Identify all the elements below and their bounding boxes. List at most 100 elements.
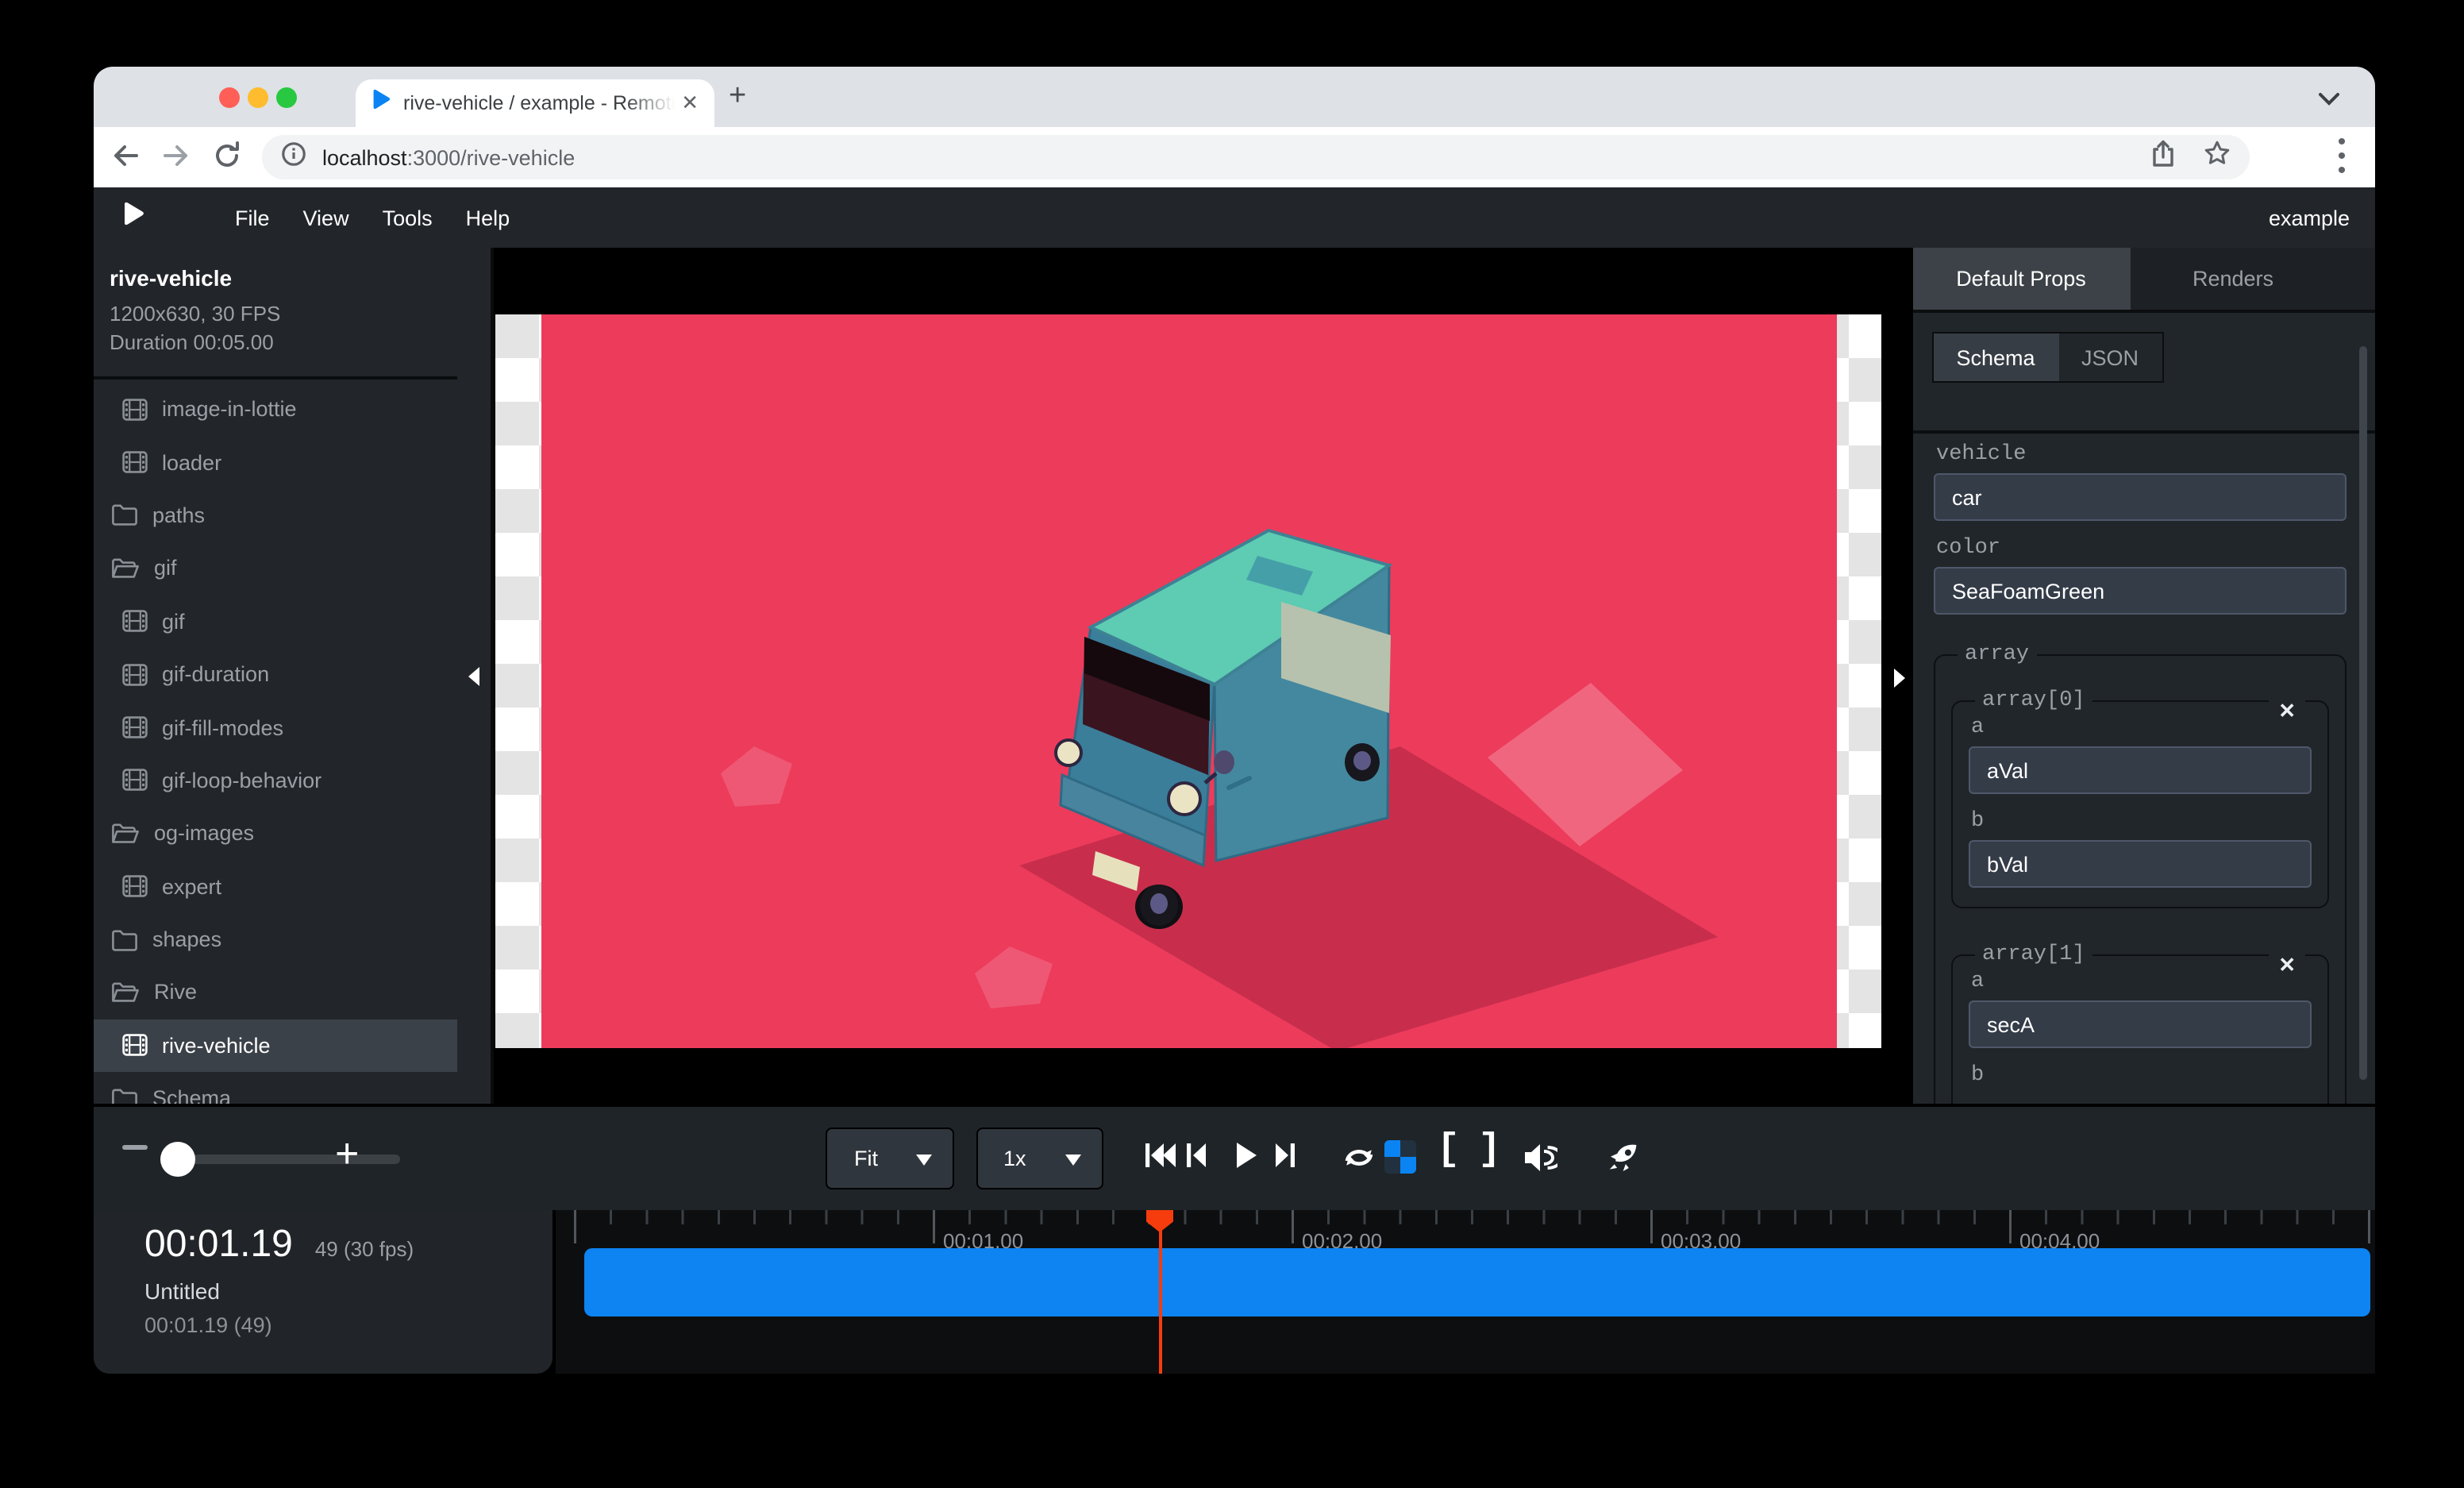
sidebar-item-rive[interactable]: Rive (94, 966, 456, 1020)
remotion-logo-icon[interactable] (122, 200, 144, 235)
sidebar-item-schema[interactable]: Schema (94, 1072, 456, 1104)
sidebar-item-label: shapes (152, 927, 221, 951)
timeline-info-panel: 00:01.19 49 (30 fps) Untitled 00:01.19 (… (94, 1210, 552, 1374)
browser-tab-strip: rive-vehicle / example - Remoti ✕ + (94, 67, 2375, 127)
playback-speed-dropdown[interactable]: 1x (976, 1128, 1103, 1189)
sidebar-item-gif-loop-behavior[interactable]: gif-loop-behavior (94, 754, 456, 807)
url-text: localhost:3000/rive-vehicle (322, 145, 2151, 169)
sidebar-item-label: rive-vehicle (162, 1034, 271, 1058)
set-in-point-button[interactable]: [ (1437, 1129, 1460, 1172)
window-maximize-button[interactable] (276, 87, 297, 107)
toggle-json[interactable]: JSON (2058, 333, 2162, 381)
play-icon[interactable] (1235, 1142, 1257, 1177)
new-tab-button[interactable]: + (729, 83, 746, 111)
tab-default-props[interactable]: Default Props (1912, 248, 2130, 310)
sidebar-item-shapes[interactable]: shapes (94, 913, 456, 966)
star-icon[interactable] (2204, 140, 2231, 175)
preview-area (494, 248, 1909, 1104)
share-icon[interactable] (2151, 139, 2175, 175)
array-1-fieldset: array[1] ✕ a b (1950, 943, 2329, 1104)
film-icon (122, 451, 148, 473)
zoom-out-icon[interactable] (122, 1145, 148, 1150)
sidebar-collapse-strip (456, 248, 494, 1104)
vehicle-field[interactable] (1933, 473, 2347, 521)
array-0-a-field[interactable] (1968, 746, 2312, 794)
back-icon[interactable] (111, 141, 140, 178)
timeline-clip-bar[interactable] (583, 1248, 2370, 1316)
sidebar-item-image-in-lottie[interactable]: image-in-lottie (94, 383, 456, 436)
sidebar-item-label: image-in-lottie (162, 397, 297, 421)
set-out-point-button[interactable]: ] (1478, 1129, 1501, 1172)
playhead-line (1159, 1210, 1161, 1374)
composition-resolution: 1200x630, 30 FPS (110, 300, 441, 329)
film-icon (122, 716, 148, 738)
rocket-icon[interactable] (1607, 1140, 1642, 1183)
remove-array-1-button[interactable]: ✕ (2269, 953, 2305, 977)
fit-dropdown[interactable]: Fit (826, 1128, 954, 1189)
jump-start-icon[interactable] (1145, 1142, 1176, 1177)
toggle-schema[interactable]: Schema (1933, 333, 2058, 381)
menu-view[interactable]: View (303, 206, 349, 229)
vehicle-animation (495, 314, 1881, 1048)
sidebar-item-label: gif-fill-modes (162, 715, 283, 739)
array-0-b-field[interactable] (1968, 840, 2312, 888)
menu-tools[interactable]: Tools (383, 206, 433, 229)
browser-tab[interactable]: rive-vehicle / example - Remoti ✕ (356, 79, 714, 127)
remove-array-0-button[interactable]: ✕ (2269, 699, 2305, 723)
composition-duration: Duration 00:05.00 (110, 329, 441, 357)
volume-icon[interactable] (1524, 1143, 1557, 1180)
project-name-label: example (2269, 206, 2350, 229)
tab-renders[interactable]: Renders (2130, 248, 2336, 310)
loop-icon[interactable] (1342, 1143, 1376, 1180)
app-menubar: File View Tools Help example (94, 187, 2375, 248)
sidebar-item-gif-fill-modes[interactable]: gif-fill-modes (94, 701, 456, 754)
sidebar-item-paths[interactable]: paths (94, 489, 456, 542)
sidebar-item-label: gif-duration (162, 662, 269, 686)
sidebar-item-gif-folder[interactable]: gif (94, 542, 456, 595)
sidebar-item-gif[interactable]: gif (94, 595, 456, 648)
menu-file[interactable]: File (235, 206, 270, 229)
reload-icon[interactable] (213, 141, 241, 178)
sidebar-item-loader[interactable]: loader (94, 436, 456, 489)
transparency-checker-icon[interactable] (1384, 1140, 1416, 1174)
address-bar[interactable]: localhost:3000/rive-vehicle (262, 135, 2250, 179)
array-0-b-label: b (1971, 810, 2312, 834)
window-close-button[interactable] (219, 87, 240, 107)
sidebar-item-label: loader (162, 450, 221, 474)
props-scrollbar[interactable] (2359, 346, 2367, 1080)
film-icon (122, 663, 148, 685)
color-field[interactable] (1933, 567, 2347, 615)
array-fieldset: array array[0] ✕ a b array[1] ✕ a (1933, 643, 2347, 1104)
props-form: vehicle color array array[0] ✕ a b (1912, 434, 2375, 1104)
preview-canvas (495, 314, 1881, 1048)
schema-json-toggle: Schema JSON (1931, 332, 2163, 383)
folder-icon (111, 504, 138, 526)
next-frame-icon[interactable] (1275, 1142, 1296, 1177)
menu-help[interactable]: Help (466, 206, 510, 229)
forward-icon[interactable] (162, 141, 191, 178)
tab-close-icon[interactable]: ✕ (681, 91, 699, 116)
sidebar-item-rive-vehicle[interactable]: rive-vehicle (94, 1019, 456, 1072)
collapse-right-icon[interactable] (1893, 669, 1904, 688)
sidebar-item-expert[interactable]: expert (94, 860, 456, 913)
composition-title: rive-vehicle (110, 265, 441, 291)
track-name: Untitled (144, 1278, 552, 1304)
zoom-slider[interactable] (167, 1155, 400, 1164)
browser-navbar: localhost:3000/rive-vehicle ••• (94, 127, 2375, 187)
sidebar-item-label: paths (152, 503, 205, 527)
info-icon[interactable] (281, 141, 306, 174)
array-1-a-field[interactable] (1968, 1000, 2312, 1048)
chevron-down-icon (1065, 1155, 1081, 1166)
sidebar-item-og-images[interactable]: og-images (94, 807, 456, 860)
sidebar-item-label: expert (162, 874, 221, 898)
menu-dots-icon[interactable]: ••• (2334, 135, 2350, 178)
zoom-in-icon[interactable]: + (335, 1129, 359, 1178)
previous-frame-icon[interactable] (1186, 1142, 1207, 1177)
collapse-left-icon[interactable] (468, 666, 479, 685)
zoom-slider-thumb[interactable] (160, 1142, 195, 1177)
timeline-track-area[interactable]: 00:01.00 00:02.00 00:03.00 00:04.00 (556, 1210, 2375, 1374)
window-minimize-button[interactable] (248, 87, 268, 107)
array-1-b-label: b (1971, 1064, 2312, 1088)
sidebar-item-gif-duration[interactable]: gif-duration (94, 648, 456, 701)
chevron-down-icon[interactable] (2318, 86, 2340, 114)
